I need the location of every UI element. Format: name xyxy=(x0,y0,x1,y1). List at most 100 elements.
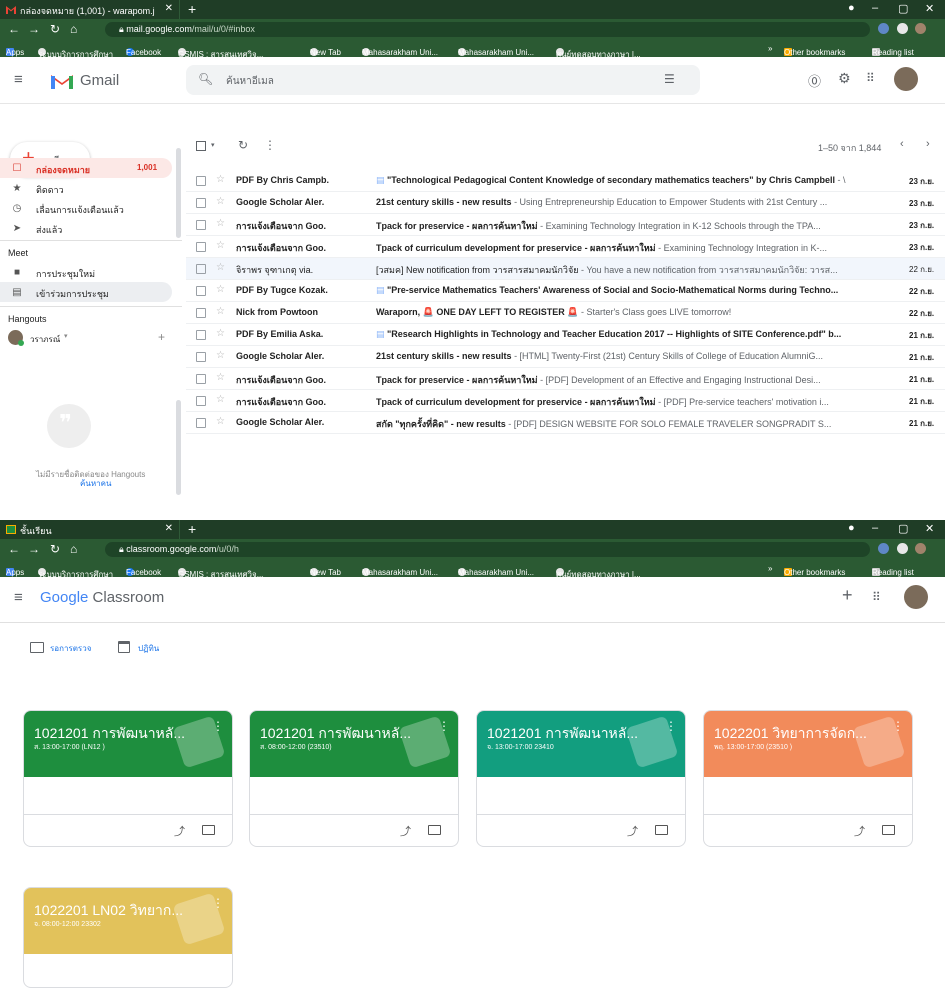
minimize-icon[interactable]: – xyxy=(872,522,878,534)
forward-icon[interactable]: → xyxy=(28,542,40,556)
more-vert-icon[interactable]: ⋮ xyxy=(665,719,677,733)
tab-classroom[interactable]: ชั้นเรียน ✕ xyxy=(0,520,180,539)
trending-up-icon[interactable]: ⤴ xyxy=(627,823,638,839)
star-icon[interactable]: ☆ xyxy=(216,284,225,295)
more-vert-icon[interactable]: ⋮ xyxy=(212,719,224,733)
reload-icon[interactable]: ↻ xyxy=(50,542,60,556)
home-icon[interactable]: ⌂ xyxy=(70,542,77,556)
hangouts-user[interactable]: วราภรณ์ ▾ + xyxy=(8,330,183,346)
settings-gear-icon[interactable]: ⚙ xyxy=(838,70,851,87)
star-icon[interactable]: ☆ xyxy=(216,262,225,273)
minimize-icon[interactable]: – xyxy=(872,2,878,14)
folder-icon[interactable] xyxy=(202,825,215,835)
row-checkbox[interactable] xyxy=(196,286,206,296)
profile-dot-icon[interactable]: ● xyxy=(848,522,855,534)
home-icon[interactable]: ⌂ xyxy=(70,22,77,36)
select-all-checkbox[interactable] xyxy=(196,141,206,151)
url-field[interactable]: 🔒︎ mail.google.com/mail/u/0/#inbox xyxy=(105,22,870,37)
row-checkbox[interactable] xyxy=(196,308,206,318)
extension-icon[interactable] xyxy=(897,23,908,34)
more-vert-icon[interactable]: ⋮ xyxy=(892,719,904,733)
row-checkbox[interactable] xyxy=(196,330,206,340)
class-card[interactable]: 1022201 วิทยาการจัดก... พฤ. 13:00-17:00 (… xyxy=(703,710,913,847)
email-row[interactable]: ☆ PDF By Emilia Aska. ▤ "Research Highligh… xyxy=(186,324,945,346)
avatar[interactable] xyxy=(915,23,926,34)
add-contact-icon[interactable]: + xyxy=(158,330,165,344)
avatar[interactable] xyxy=(915,543,926,554)
star-icon[interactable]: ☆ xyxy=(216,328,225,339)
star-icon[interactable]: ☆ xyxy=(216,350,225,361)
restore-icon[interactable]: ▢ xyxy=(898,2,908,15)
row-checkbox[interactable] xyxy=(196,176,206,186)
window-close-icon[interactable]: ✕ xyxy=(925,2,934,15)
main-menu-icon[interactable]: ≡ xyxy=(14,71,23,88)
email-row[interactable]: ☆ จิราพร จุฑาเกตุ via. [วสมค] New notifica… xyxy=(186,258,945,280)
row-checkbox[interactable] xyxy=(196,418,206,428)
main-menu-icon[interactable]: ≡ xyxy=(14,589,23,606)
more-vert-icon[interactable]: ⋮ xyxy=(212,896,224,910)
apps-grid-icon[interactable]: ⠿ xyxy=(872,590,881,604)
row-checkbox[interactable] xyxy=(196,352,206,362)
help-icon[interactable]: ⓪ xyxy=(808,71,821,90)
create-class-plus-icon[interactable]: + xyxy=(842,585,853,606)
class-card[interactable]: 1021201 การพัฒนาหลั... ส. 13:00-17:00 (LN… xyxy=(23,710,233,847)
email-row[interactable]: ☆ การแจ้งเตือนจาก Goo. Tpack of curriculum… xyxy=(186,390,945,412)
email-row[interactable]: ☆ Google Scholar Aler. สกัด "ทุกครั้งที่คิ… xyxy=(186,412,945,434)
sidebar-scrollbar[interactable] xyxy=(176,400,181,495)
email-row[interactable]: ☆ การแจ้งเตือนจาก Goo. Tpack for preservic… xyxy=(186,214,945,236)
find-people-link[interactable]: ค้นหาคน xyxy=(80,477,111,490)
star-icon[interactable]: ☆ xyxy=(216,240,225,251)
search-input[interactable]: ค้นหาอีเมล xyxy=(226,74,274,89)
avatar[interactable] xyxy=(894,67,918,91)
email-row[interactable]: ☆ Google Scholar Aler. 21st century skills… xyxy=(186,346,945,368)
avatar[interactable] xyxy=(904,585,928,609)
restore-icon[interactable]: ▢ xyxy=(898,522,908,535)
sidebar-item-join-meeting[interactable]: ▤ เข้าร่วมการประชุม xyxy=(0,282,172,302)
extension-icon[interactable] xyxy=(878,543,889,554)
sidebar-item-new-meeting[interactable]: ■ การประชุมใหม่ xyxy=(0,262,172,282)
window-close-icon[interactable]: ✕ xyxy=(925,522,934,535)
row-checkbox[interactable] xyxy=(196,396,206,406)
star-icon[interactable]: ☆ xyxy=(216,306,225,317)
close-tab-icon[interactable]: ✕ xyxy=(165,523,173,534)
previous-page-icon[interactable]: ‹ xyxy=(900,138,904,150)
star-icon[interactable]: ☆ xyxy=(216,196,225,207)
chevron-down-icon[interactable]: ▾ xyxy=(211,141,215,149)
row-checkbox[interactable] xyxy=(196,264,206,274)
folder-icon[interactable] xyxy=(882,825,895,835)
email-row[interactable]: ☆ Nick from Powtoon Waraporn, 🚨 ONE DAY LE… xyxy=(186,302,945,324)
url-field[interactable]: 🔒︎ classroom.google.com/u/0/h xyxy=(105,542,870,557)
star-icon[interactable]: ☆ xyxy=(216,394,225,405)
tab-gmail[interactable]: กล่องจดหมาย (1,001) - warapom.j ✕ xyxy=(0,0,180,19)
more-vert-icon[interactable]: ⋮ xyxy=(264,138,276,152)
sidebar-item-starred[interactable]: ★ ติดดาว xyxy=(0,178,172,198)
trending-up-icon[interactable]: ⤴ xyxy=(174,823,185,839)
row-checkbox[interactable] xyxy=(196,374,206,384)
search-bar[interactable]: 🔍︎ ค้นหาอีเมล ☰ xyxy=(186,65,700,95)
row-checkbox[interactable] xyxy=(196,220,206,230)
row-checkbox[interactable] xyxy=(196,198,206,208)
email-row[interactable]: ☆ การแจ้งเตือนจาก Goo. Tpack for preservic… xyxy=(186,368,945,390)
folder-icon[interactable] xyxy=(655,825,668,835)
extension-icon[interactable] xyxy=(878,23,889,34)
star-icon[interactable]: ☆ xyxy=(216,372,225,383)
forward-icon[interactable]: → xyxy=(28,22,40,36)
email-row[interactable]: ☆ Google Scholar Aler. 21st century skills… xyxy=(186,192,945,214)
trending-up-icon[interactable]: ⤴ xyxy=(854,823,865,839)
email-row[interactable]: ☆ การแจ้งเตือนจาก Goo. Tpack of curriculum… xyxy=(186,236,945,258)
search-options-icon[interactable]: ☰ xyxy=(664,72,675,86)
trending-up-icon[interactable]: ⤴ xyxy=(400,823,411,839)
sidebar-item-snoozed[interactable]: ◷ เลื่อนการแจ้งเตือนแล้ว xyxy=(0,198,172,218)
sidebar-scrollbar[interactable] xyxy=(176,148,181,238)
back-icon[interactable]: ← xyxy=(8,542,20,556)
extension-icon[interactable] xyxy=(897,543,908,554)
folder-icon[interactable] xyxy=(428,825,441,835)
class-card[interactable]: 1021201 การพัฒนาหลั... จ. 13:00-17:00 234… xyxy=(476,710,686,847)
new-tab-icon[interactable]: + xyxy=(188,1,196,17)
reload-icon[interactable]: ↻ xyxy=(50,22,60,36)
apps-grid-icon[interactable]: ⠿ xyxy=(866,71,875,85)
sidebar-item-inbox[interactable]: ☐ กล่องจดหมาย 1,001 xyxy=(0,158,172,178)
email-row[interactable]: ☆ PDF By Tugce Kozak. ▤ "Pre-service Mathe… xyxy=(186,280,945,302)
email-row[interactable]: ☆ PDF By Chris Campb. ▤ "Technological Ped… xyxy=(186,170,945,192)
profile-dot-icon[interactable]: ● xyxy=(848,2,855,14)
